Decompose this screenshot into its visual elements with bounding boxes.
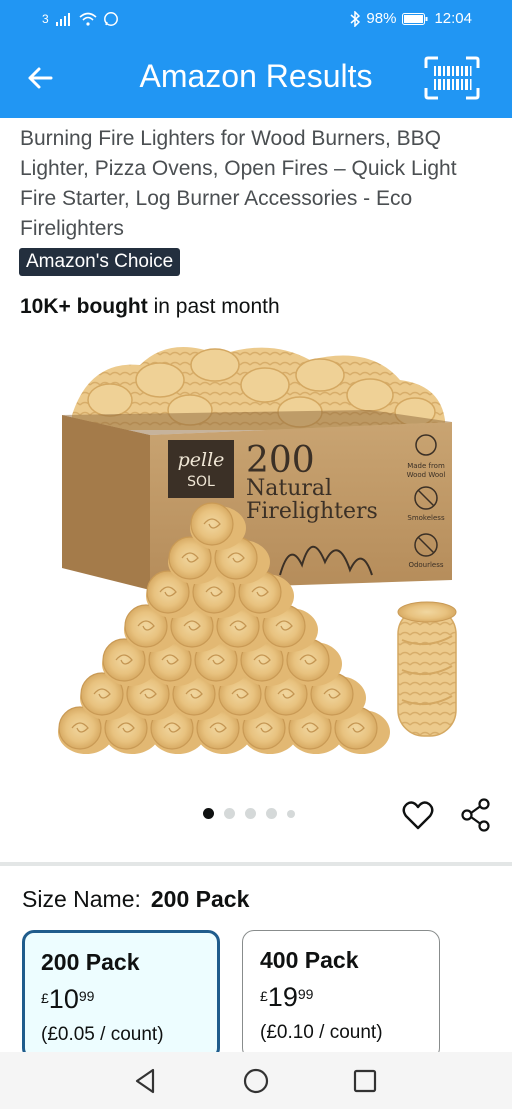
price-currency: £ (41, 990, 49, 1006)
nav-home-button[interactable] (241, 1066, 271, 1096)
wishlist-button[interactable] (402, 800, 434, 832)
share-icon (461, 798, 490, 832)
wifi-icon (79, 12, 97, 26)
carousel-dot[interactable] (245, 808, 256, 819)
box-line2: Firelighters (246, 499, 378, 524)
carousel-dot[interactable] (203, 808, 214, 819)
carrier-label: 3 (42, 12, 49, 26)
bluetooth-icon (350, 10, 361, 27)
bought-count-bold: 10K+ bought (20, 295, 148, 318)
carousel-dot[interactable] (224, 808, 235, 819)
battery-icon (402, 12, 428, 25)
signal-icon (55, 13, 70, 26)
status-right: 98% 12:04 (350, 10, 472, 27)
status-left: 3 (42, 11, 119, 27)
size-name-label: Size Name: 200 Pack (22, 886, 249, 913)
size-selected-value: 200 Pack (150, 886, 250, 912)
price-fraction: 99 (297, 986, 314, 1002)
box-brand-line2: SOL (187, 474, 215, 490)
section-divider (0, 862, 512, 866)
battery-percent: 98% (366, 10, 397, 27)
barcode-scanner-icon (424, 56, 480, 100)
price-whole: 19 (267, 982, 298, 1012)
firelighter-log-end (190, 502, 234, 546)
size-option-price: £ 10 99 (41, 984, 201, 1014)
product-image-illustration: pelle SOL 200 Natural Firelighters Made … (58, 347, 457, 754)
box-line1: Natural (246, 476, 332, 501)
barcode-scan-button[interactable] (424, 56, 480, 100)
feature3: Odourless (408, 561, 443, 569)
carousel-dot[interactable] (266, 808, 277, 819)
price-whole: 10 (48, 984, 79, 1014)
size-option-name: 400 Pack (260, 947, 359, 973)
product-title[interactable]: Burning Fire Lighters for Wood Burners, … (20, 124, 495, 244)
back-triangle-icon (135, 1068, 155, 1094)
nav-back-button[interactable] (131, 1066, 161, 1096)
unit-price: (£0.10 / count) (260, 1022, 383, 1043)
share-button[interactable] (460, 798, 492, 832)
home-circle-icon (243, 1068, 269, 1094)
carousel-dots[interactable] (203, 808, 295, 819)
heart-icon (402, 801, 434, 830)
size-option-200-pack[interactable]: 200 Pack £ 10 99 (£0.05 / count) (22, 930, 220, 1060)
whatsapp-icon (103, 12, 118, 26)
recents-square-icon (353, 1069, 377, 1093)
bought-count: 10K+ bought in past month (20, 295, 280, 319)
system-nav-bar (0, 1052, 512, 1109)
box-number: 200 (246, 440, 315, 481)
size-option-name: 200 Pack (41, 949, 140, 975)
size-option-price: £ 19 99 (260, 982, 423, 1012)
feature1-line2: Wood Wool (407, 471, 446, 479)
price-currency: £ (260, 988, 268, 1004)
app-bar: Amazon Results (0, 38, 512, 118)
feature1-line1: Made from (407, 462, 445, 470)
product-image[interactable]: pelle SOL 200 Natural Firelighters Made … (50, 340, 462, 755)
clock: 12:04 (434, 10, 472, 27)
size-option-400-pack[interactable]: 400 Pack £ 19 99 (£0.10 / count) (242, 930, 440, 1060)
amazons-choice-badge: Amazon's Choice (19, 248, 181, 276)
bought-count-suffix: in past month (147, 295, 280, 318)
price-fraction: 99 (78, 988, 95, 1004)
size-label-text: Size Name: (22, 886, 141, 912)
feature2: Smokeless (407, 514, 445, 522)
status-bar: 3 98% 12:04 (0, 0, 512, 38)
box-brand-line1: pelle (178, 449, 225, 471)
nav-recents-button[interactable] (350, 1066, 380, 1096)
carousel-dot[interactable] (287, 809, 295, 818)
unit-price: (£0.05 / count) (41, 1024, 164, 1045)
